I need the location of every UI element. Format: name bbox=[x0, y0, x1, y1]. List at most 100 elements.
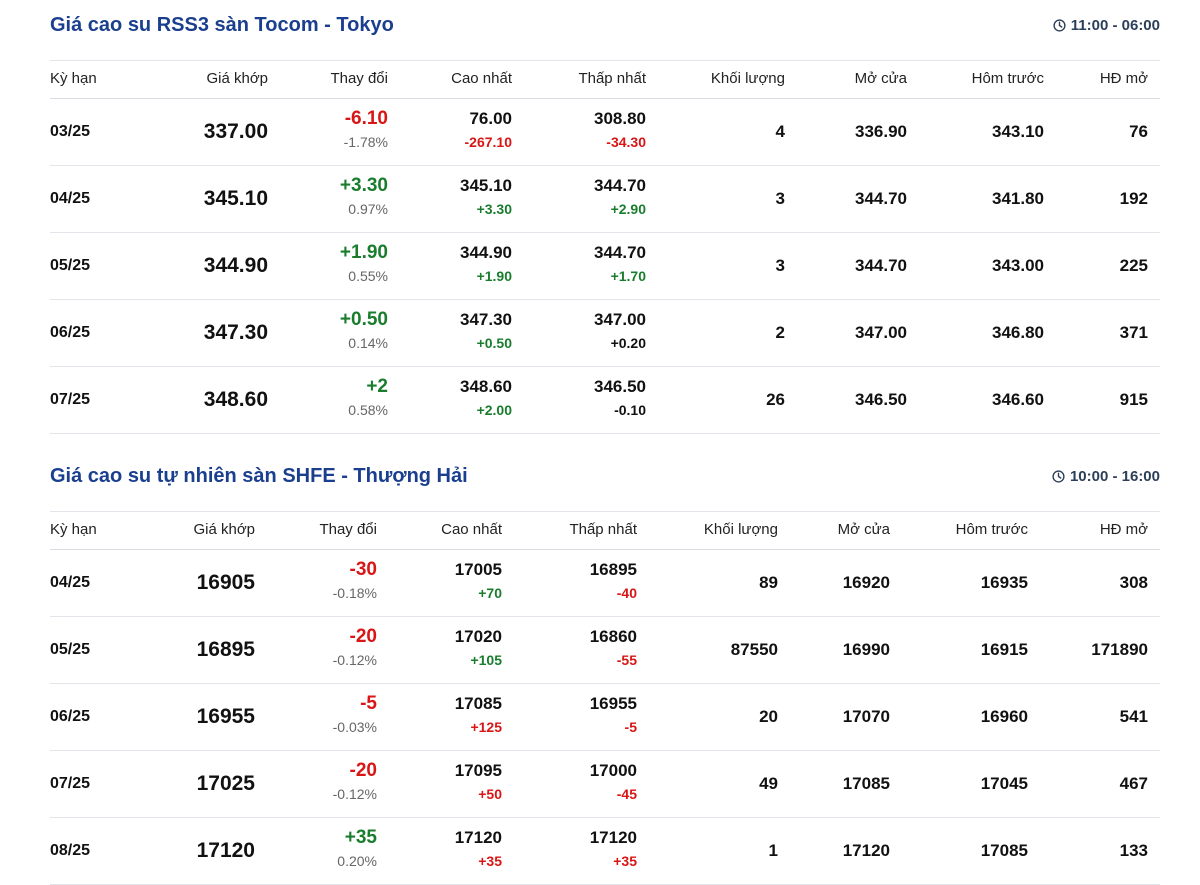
header-hom-truoc: Hôm trước bbox=[971, 70, 1044, 87]
hom-truoc: 343.10 bbox=[992, 122, 1044, 141]
header-cao-nhat: Cao nhất bbox=[451, 70, 512, 87]
thap-nhat: 308.80 bbox=[594, 109, 646, 128]
khoi-luong: 4 bbox=[775, 122, 785, 141]
header-ky-han: Kỳ hạn bbox=[50, 70, 97, 87]
mo-cua: 17120 bbox=[842, 841, 890, 860]
cao-nhat: 347.30 bbox=[460, 310, 512, 329]
header-thay-doi: Thay đổi bbox=[319, 521, 377, 538]
gia-khop: 17025 bbox=[196, 772, 255, 795]
cao-nhat: 344.90 bbox=[460, 243, 512, 262]
thay-doi-pct: -0.12% bbox=[332, 786, 377, 802]
cao-nhat: 17085 bbox=[454, 694, 502, 713]
hd-mo: 76 bbox=[1129, 122, 1148, 141]
table-row: 04/25 345.10 +3.30 0.97% 345.10 +3.30 34… bbox=[50, 166, 1160, 233]
cao-nhat-chg: +70 bbox=[478, 585, 502, 601]
thap-nhat: 347.00 bbox=[594, 310, 646, 329]
thay-doi-pct: -0.12% bbox=[332, 652, 377, 668]
thay-doi: +35 bbox=[344, 827, 377, 848]
header-hd-mo: HĐ mở bbox=[1099, 521, 1148, 538]
table-row: 08/25 17120 +35 0.20% 17120 +35 17120 +3… bbox=[50, 818, 1160, 885]
gia-khop: 16905 bbox=[196, 571, 255, 594]
hd-mo: 915 bbox=[1119, 390, 1148, 409]
gia-khop: 345.10 bbox=[203, 187, 268, 210]
ky-han: 03/25 bbox=[50, 123, 91, 140]
thap-nhat-chg: -55 bbox=[616, 652, 637, 668]
hom-truoc: 346.80 bbox=[992, 323, 1044, 342]
table-row: 03/25 337.00 -6.10 -1.78% 76.00 -267.10 … bbox=[50, 99, 1160, 166]
section-title: Giá cao su RSS3 sàn Tocom - Tokyo bbox=[50, 14, 394, 36]
thap-nhat-chg: -34.30 bbox=[606, 134, 646, 150]
thap-nhat: 17000 bbox=[589, 761, 637, 780]
cao-nhat: 17120 bbox=[454, 828, 502, 847]
mo-cua: 344.70 bbox=[855, 256, 907, 275]
header-hom-truoc: Hôm trước bbox=[955, 521, 1028, 538]
thay-doi-pct: -0.18% bbox=[332, 585, 377, 601]
section-header: Giá cao su tự nhiên sàn SHFE - Thượng Hả… bbox=[50, 451, 1160, 512]
ky-han: 06/25 bbox=[50, 708, 91, 725]
gia-khop: 348.60 bbox=[203, 388, 268, 411]
hom-truoc: 17045 bbox=[980, 774, 1028, 793]
cao-nhat: 348.60 bbox=[460, 377, 512, 396]
ky-han: 05/25 bbox=[50, 257, 91, 274]
cao-nhat-chg: +125 bbox=[470, 719, 502, 735]
thap-nhat-chg: +0.20 bbox=[610, 335, 646, 351]
gia-khop: 347.30 bbox=[203, 321, 268, 344]
thap-nhat: 16895 bbox=[589, 560, 637, 579]
cao-nhat-chg: +3.30 bbox=[476, 201, 512, 217]
cao-nhat: 17020 bbox=[454, 627, 502, 646]
table-row: 07/25 348.60 +2 0.58% 348.60 +2.00 346.5… bbox=[50, 367, 1160, 434]
mo-cua: 16920 bbox=[842, 573, 890, 592]
table-row: 05/25 16895 -20 -0.12% 17020 +105 16860 … bbox=[50, 617, 1160, 684]
thay-doi-pct: 0.14% bbox=[348, 335, 388, 351]
khoi-luong: 2 bbox=[775, 323, 785, 342]
thay-doi-pct: 0.55% bbox=[348, 268, 388, 284]
mo-cua: 16990 bbox=[842, 640, 890, 659]
khoi-luong: 49 bbox=[759, 774, 778, 793]
cao-nhat-chg: +35 bbox=[478, 853, 502, 869]
mo-cua: 17070 bbox=[842, 707, 890, 726]
thap-nhat: 17120 bbox=[589, 828, 637, 847]
hd-mo: 133 bbox=[1119, 841, 1148, 860]
header-thap-nhat: Thấp nhất bbox=[578, 70, 646, 87]
cao-nhat-chg: +1.90 bbox=[476, 268, 512, 284]
table-row: 06/25 16955 -5 -0.03% 17085 +125 16955 -… bbox=[50, 684, 1160, 751]
mo-cua: 346.50 bbox=[855, 390, 907, 409]
header-khoi-luong: Khối lượng bbox=[710, 70, 785, 87]
thap-nhat-chg: +35 bbox=[613, 853, 637, 869]
ky-han: 04/25 bbox=[50, 574, 91, 591]
thap-nhat: 16860 bbox=[589, 627, 637, 646]
ky-han: 07/25 bbox=[50, 775, 91, 792]
cao-nhat-chg: +0.50 bbox=[476, 335, 512, 351]
table-row: 06/25 347.30 +0.50 0.14% 347.30 +0.50 34… bbox=[50, 300, 1160, 367]
trading-hours: 11:00 - 06:00 bbox=[1053, 17, 1160, 34]
cao-nhat-chg: -267.10 bbox=[464, 134, 512, 150]
trading-hours: 10:00 - 16:00 bbox=[1052, 468, 1160, 485]
hd-mo: 225 bbox=[1119, 256, 1148, 275]
section-header: Giá cao su RSS3 sàn Tocom - Tokyo 11:00 … bbox=[50, 0, 1160, 61]
thap-nhat: 344.70 bbox=[594, 176, 646, 195]
thay-doi: -20 bbox=[349, 760, 377, 781]
gia-khop: 17120 bbox=[196, 839, 255, 862]
hd-mo: 371 bbox=[1119, 323, 1148, 342]
thay-doi: -5 bbox=[360, 693, 377, 714]
header-thay-doi: Thay đổi bbox=[330, 70, 388, 87]
cao-nhat-chg: +50 bbox=[478, 786, 502, 802]
thap-nhat-chg: -0.10 bbox=[614, 402, 646, 418]
table-row: 05/25 344.90 +1.90 0.55% 344.90 +1.90 34… bbox=[50, 233, 1160, 300]
header-thap-nhat: Thấp nhất bbox=[569, 521, 637, 538]
cao-nhat: 345.10 bbox=[460, 176, 512, 195]
mo-cua: 336.90 bbox=[855, 122, 907, 141]
header-gia-khop: Giá khớp bbox=[206, 70, 268, 87]
header-hd-mo: HĐ mở bbox=[1099, 70, 1148, 87]
thay-doi-pct: 0.58% bbox=[348, 402, 388, 418]
khoi-luong: 20 bbox=[759, 707, 778, 726]
hom-truoc: 16960 bbox=[980, 707, 1028, 726]
ky-han: 05/25 bbox=[50, 641, 91, 658]
hom-truoc: 17085 bbox=[980, 841, 1028, 860]
ky-han: 06/25 bbox=[50, 324, 91, 341]
thay-doi-pct: -0.03% bbox=[332, 719, 377, 735]
header-mo-cua: Mở cửa bbox=[837, 521, 890, 538]
hd-mo: 467 bbox=[1119, 774, 1148, 793]
hd-mo: 541 bbox=[1119, 707, 1148, 726]
thap-nhat-chg: +1.70 bbox=[610, 268, 646, 284]
